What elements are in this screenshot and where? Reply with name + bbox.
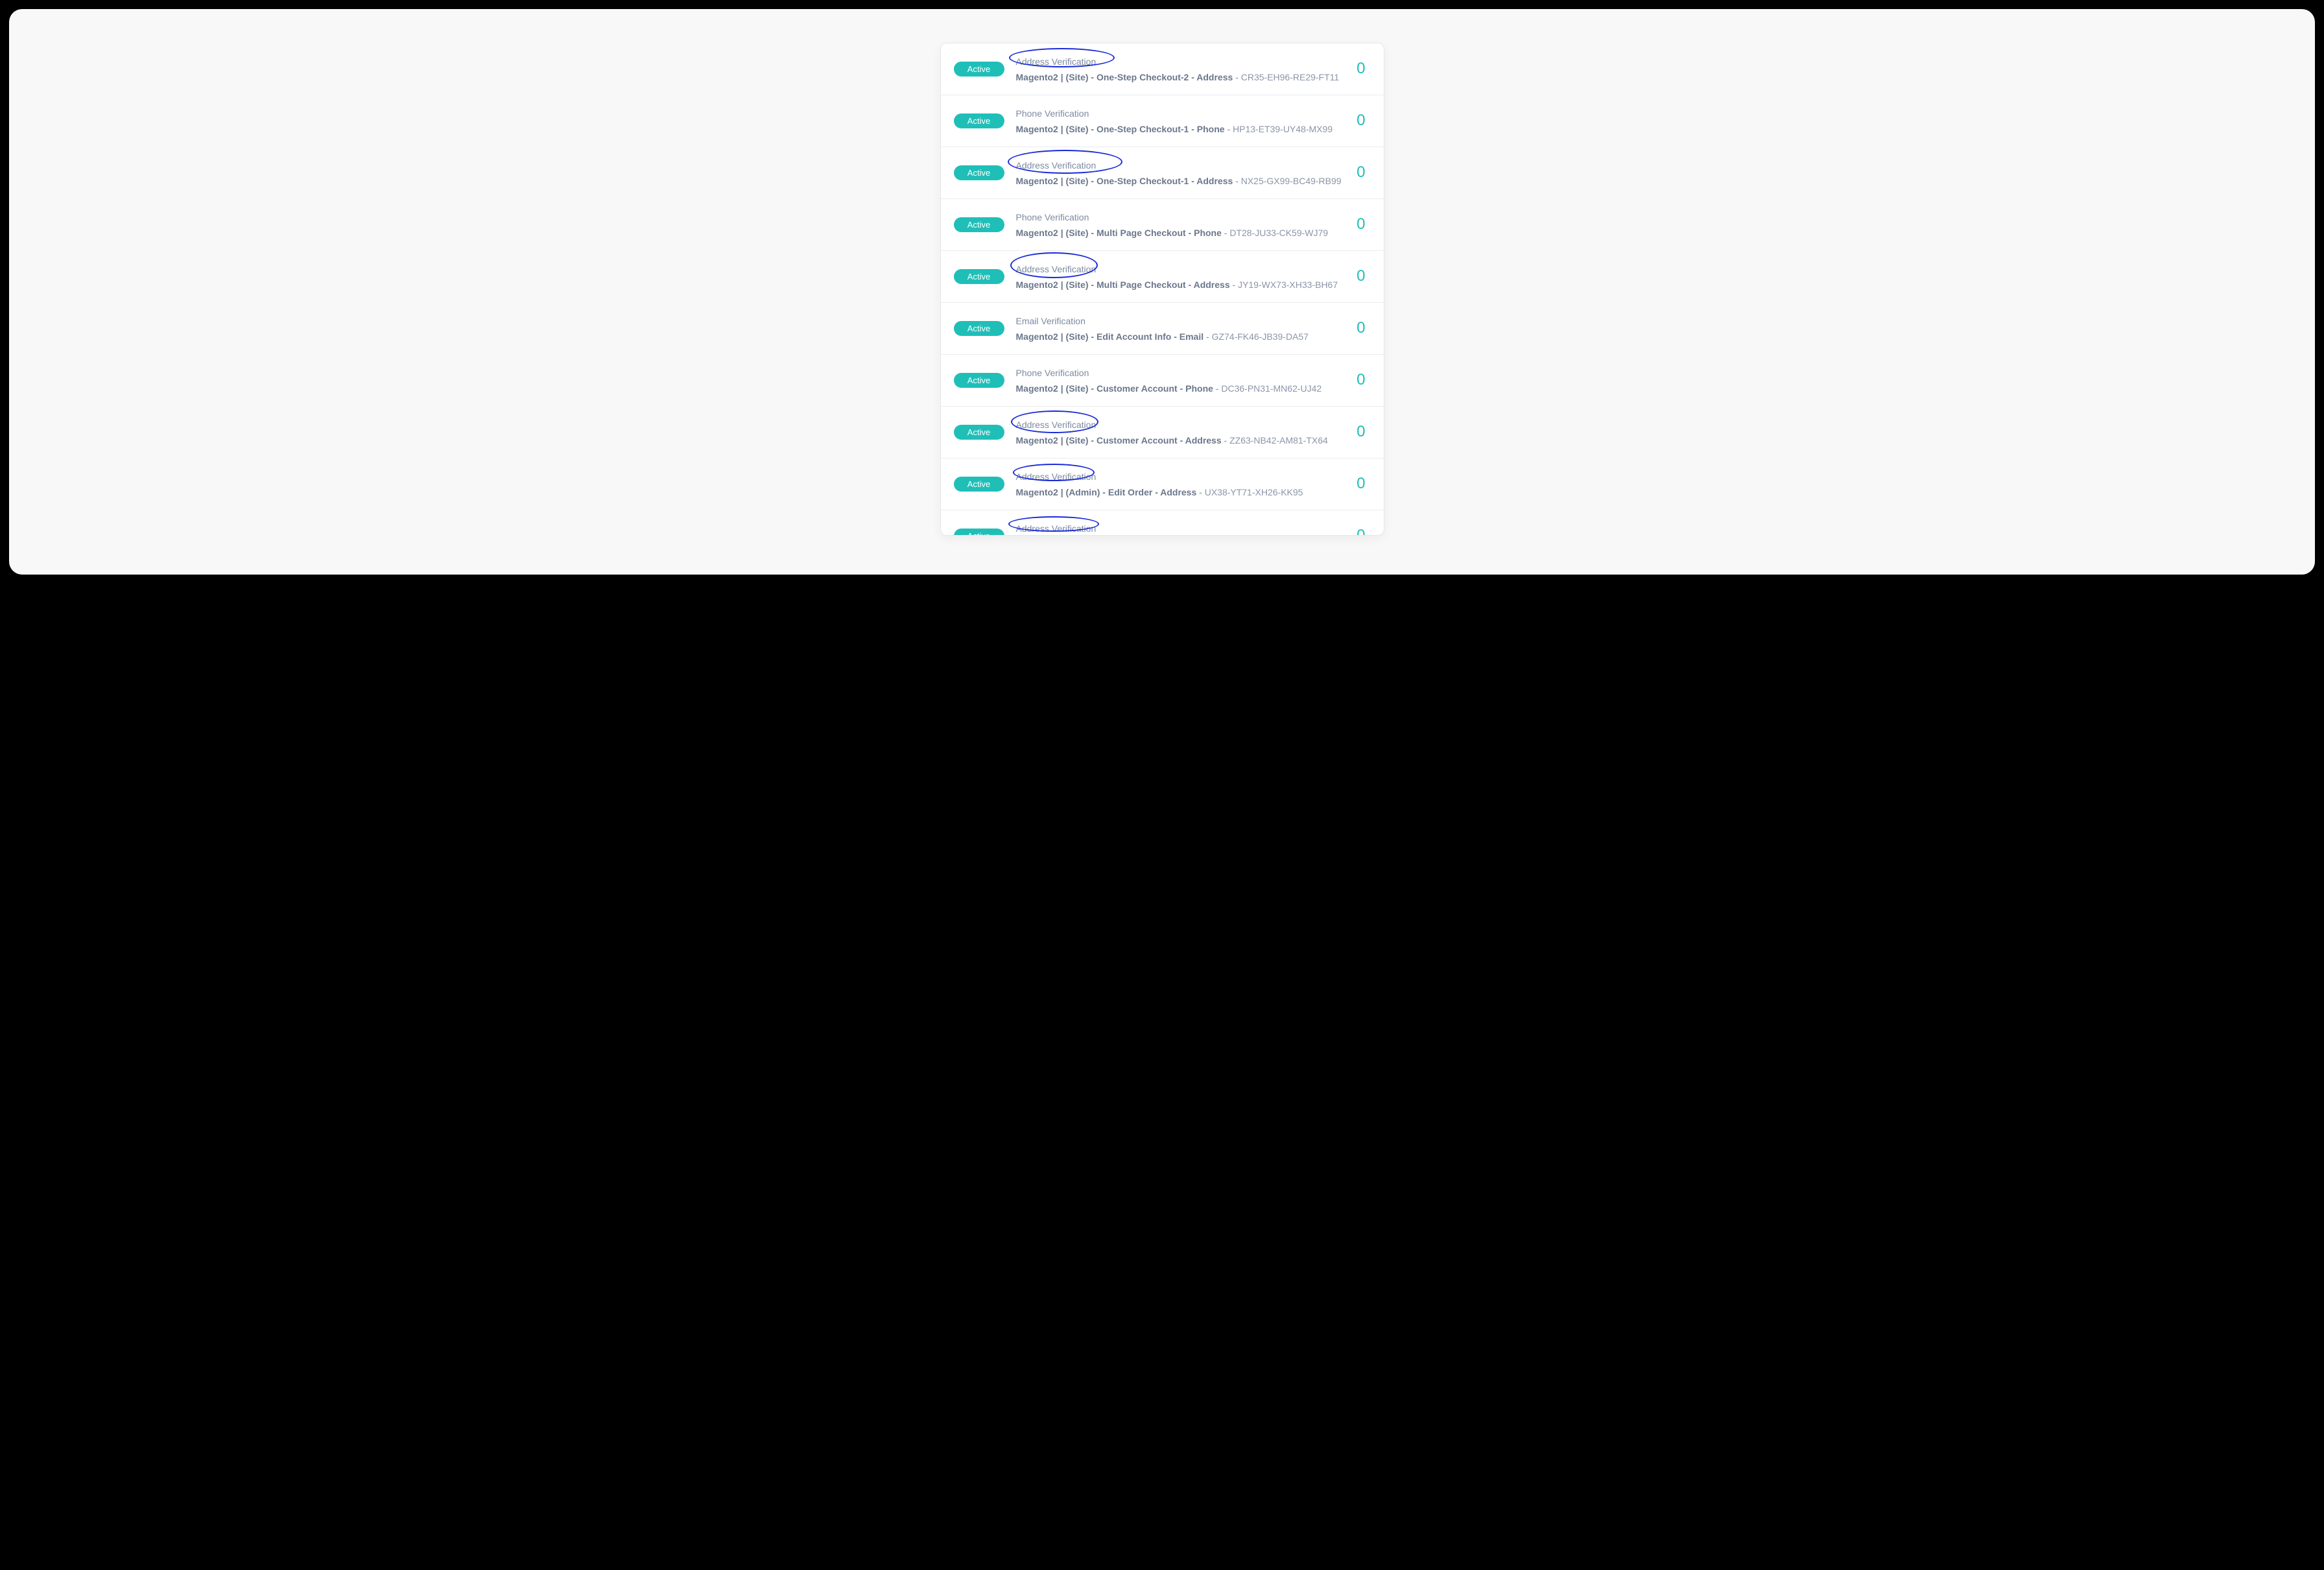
description-separator: - — [1230, 280, 1238, 290]
description-title: Magento2 | (Site) - One-Step Checkout-1 … — [1016, 124, 1225, 134]
list-item[interactable]: Active Phone Verification Magento2 | (Site… — [941, 355, 1384, 407]
verification-code: DT28-JU33-CK59-WJ79 — [1229, 228, 1328, 238]
usage-count: 0 — [1357, 60, 1365, 78]
status-badge: Active — [954, 321, 1004, 336]
list-item[interactable]: Active Email Verification Magento2 | (Site… — [941, 303, 1384, 355]
description-separator: - — [1233, 176, 1240, 186]
verification-code: GZ74-FK46-JB39-DA57 — [1212, 331, 1309, 342]
list-item[interactable]: Active Address VerificationMagento2 | (Ad… — [941, 510, 1384, 536]
list-item[interactable]: Active Phone Verification Magento2 | (Site… — [941, 199, 1384, 251]
status-badge: Active — [954, 269, 1004, 284]
verification-type: Email Verification — [1016, 316, 1347, 327]
description-separator: - — [1222, 228, 1229, 238]
status-badge: Active — [954, 113, 1004, 128]
verification-description: Magento2 | (Site) - Edit Account Info - … — [1016, 331, 1347, 342]
description-title: Magento2 | (Site) - One-Step Checkout-2 … — [1016, 72, 1233, 82]
status-badge: Active — [954, 477, 1004, 492]
verification-code: HP13-ET39-UY48-MX99 — [1233, 124, 1333, 134]
verification-type: Address Verification — [1016, 56, 1347, 67]
item-info: Phone Verification Magento2 | (Site) - On… — [1016, 107, 1347, 135]
description-separator: - — [1222, 435, 1229, 446]
verification-code: DC36-PN31-MN62-UJ42 — [1221, 383, 1322, 394]
status-badge: Active — [954, 373, 1004, 388]
description-separator: - — [1225, 124, 1233, 134]
item-info: Address Verification Magento2 | (Site) - … — [1016, 263, 1347, 291]
item-info: Address Verification Magento2 | (Site) - … — [1016, 418, 1347, 446]
usage-count: 0 — [1357, 163, 1365, 182]
item-info: Address Verification Magento2 | (Site) - … — [1016, 159, 1347, 187]
verification-type: Address Verification — [1016, 523, 1347, 534]
verification-description: Magento2 | (Site) - Multi Page Checkout … — [1016, 279, 1347, 291]
status-badge: Active — [954, 425, 1004, 440]
description-separator: - — [1213, 383, 1221, 394]
verification-code: NX25-GX99-BC49-RB99 — [1241, 176, 1342, 186]
item-info: Email Verification Magento2 | (Site) - Ed… — [1016, 315, 1347, 342]
usage-count: 0 — [1357, 371, 1365, 389]
verification-description: Magento2 | (Admin) - Edit Order - Addres… — [1016, 486, 1347, 498]
verification-type: Address Verification — [1016, 471, 1347, 482]
verification-type: Address Verification — [1016, 264, 1347, 275]
item-info: Address Verification Magento2 | (Admin) -… — [1016, 470, 1347, 498]
usage-count: 0 — [1357, 267, 1365, 285]
list-item[interactable]: Active Address Verification Magento2 | (Si… — [941, 251, 1384, 303]
description-title: Magento2 | (Site) - One-Step Checkout-1 … — [1016, 176, 1233, 186]
description-separator: - — [1196, 487, 1204, 497]
usage-count: 0 — [1357, 112, 1365, 130]
item-info: Phone Verification Magento2 | (Site) - Cu… — [1016, 366, 1347, 394]
list-item[interactable]: Active Address Verification Magento2 | (Si… — [941, 43, 1384, 95]
verification-description: Magento2 | (Site) - One-Step Checkout-1 … — [1016, 175, 1347, 187]
verification-description: Magento2 | (Site) - One-Step Checkout-1 … — [1016, 123, 1347, 135]
item-info: Phone Verification Magento2 | (Site) - Mu… — [1016, 211, 1347, 239]
verification-code: ZZ63-NB42-AM81-TX64 — [1229, 435, 1328, 446]
verification-description: Magento2 | (Site) - One-Step Checkout-2 … — [1016, 71, 1347, 83]
verification-description: Magento2 | (Site) - Customer Account - A… — [1016, 434, 1347, 446]
verification-list: Active Address Verification Magento2 | (Si… — [941, 43, 1384, 536]
status-badge: Active — [954, 62, 1004, 77]
status-badge: Active — [954, 529, 1004, 536]
verification-type: Address Verification — [1016, 420, 1347, 431]
list-item[interactable]: Active Address Verification Magento2 | (Ad… — [941, 458, 1384, 510]
verification-type: Phone Verification — [1016, 108, 1347, 119]
verification-code: JY19-WX73-XH33-BH67 — [1238, 280, 1338, 290]
usage-count: 0 — [1357, 319, 1365, 337]
status-badge: Active — [954, 217, 1004, 232]
verification-code: CR35-EH96-RE29-FT11 — [1241, 72, 1339, 82]
item-info: Address VerificationMagento2 | (Admin) -… — [1016, 522, 1347, 536]
description-separator: - — [1204, 331, 1211, 342]
description-separator: - — [1233, 72, 1240, 82]
list-item[interactable]: Active Address Verification Magento2 | (Si… — [941, 407, 1384, 458]
description-title: Magento2 | (Site) - Multi Page Checkout … — [1016, 228, 1222, 238]
usage-count: 0 — [1357, 423, 1365, 441]
status-badge: Active — [954, 165, 1004, 180]
verification-type: Address Verification — [1016, 160, 1347, 171]
usage-count: 0 — [1357, 527, 1365, 536]
item-info: Address Verification Magento2 | (Site) - … — [1016, 55, 1347, 83]
usage-count: 0 — [1357, 215, 1365, 233]
list-item[interactable]: Active Address Verification Magento2 | (Si… — [941, 147, 1384, 199]
verification-type: Phone Verification — [1016, 368, 1347, 379]
description-title: Magento2 | (Admin) - Edit Order - Addres… — [1016, 487, 1197, 497]
verification-list-card: Active Address Verification Magento2 | (Si… — [940, 43, 1384, 536]
description-title: Magento2 | (Site) - Customer Account - P… — [1016, 383, 1213, 394]
description-title: Magento2 | (Site) - Edit Account Info - … — [1016, 331, 1204, 342]
verification-type: Phone Verification — [1016, 212, 1347, 223]
verification-description: Magento2 | (Site) - Customer Account - P… — [1016, 383, 1347, 394]
verification-description: Magento2 | (Site) - Multi Page Checkout … — [1016, 227, 1347, 239]
usage-count: 0 — [1357, 475, 1365, 493]
list-item[interactable]: Active Phone Verification Magento2 | (Site… — [941, 95, 1384, 147]
description-title: Magento2 | (Site) - Customer Account - A… — [1016, 435, 1222, 446]
verification-code: UX38-YT71-XH26-KK95 — [1205, 487, 1303, 497]
description-title: Magento2 | (Site) - Multi Page Checkout … — [1016, 280, 1230, 290]
